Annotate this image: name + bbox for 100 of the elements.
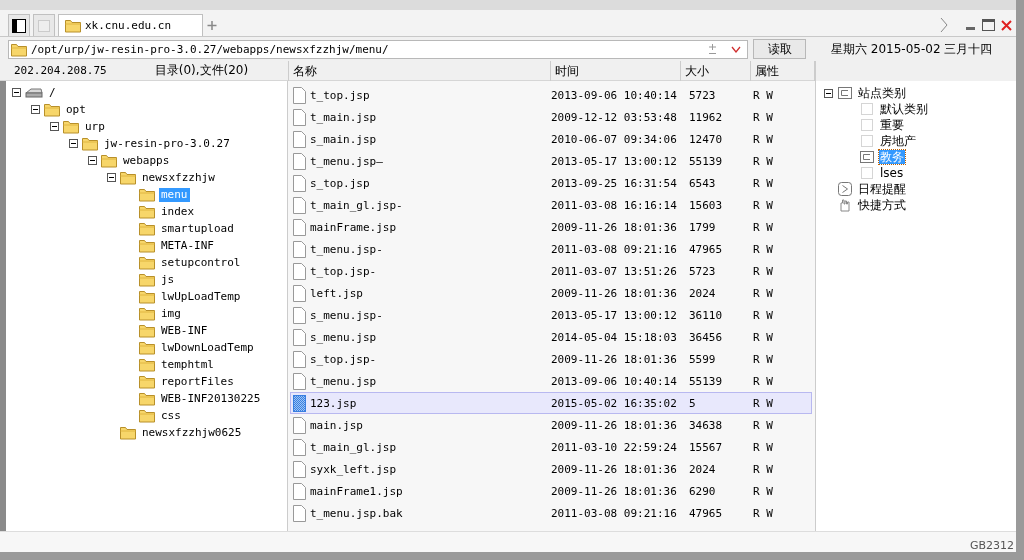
sidebar-item[interactable]: 站点类别 — [857, 86, 907, 100]
file-row[interactable]: t_main.jsp 2009-12-12 03:53:48 11962 R W — [290, 106, 812, 128]
file-row[interactable]: s_main.jsp 2010-06-07 09:34:06 12470 R W — [290, 128, 812, 150]
file-row[interactable]: left.jsp 2009-11-26 18:01:36 2024 R W — [290, 282, 812, 304]
folder-label[interactable]: setupcontrol — [159, 255, 243, 270]
folder-label[interactable]: temphtml — [159, 357, 216, 372]
folder-label[interactable]: webapps — [121, 153, 172, 168]
table-cell-text: R W — [753, 308, 774, 322]
folder-label[interactable]: newsxfzzhjw0625 — [140, 425, 244, 440]
file-icon — [293, 350, 306, 368]
maximize-icon[interactable] — [982, 19, 995, 31]
table-cell-text: 2013-09-06 10:40:14 — [551, 374, 678, 388]
dropdown-caret-icon[interactable] — [731, 45, 741, 53]
chevron-right-icon[interactable] — [939, 17, 949, 33]
file-row[interactable]: t_menu.jsp 2013-09-06 10:40:14 55139 R W — [290, 370, 812, 392]
file-row[interactable]: t_menu.jsp.bak 2011-03-08 09:21:16 47965 R W — [290, 502, 812, 524]
file-row[interactable]: t_top.jsp- 2011-03-07 13:51:26 5723 R W — [290, 260, 812, 282]
collapse-toggle-icon[interactable] — [69, 139, 78, 148]
column-header[interactable]: 时间 — [551, 61, 681, 81]
file-row[interactable]: s_top.jsp- 2009-11-26 18:01:36 5599 R W — [290, 348, 812, 370]
folder-label[interactable]: lwDownLoadTemp — [159, 340, 256, 355]
folder-label[interactable]: jw-resin-pro-3.0.27 — [102, 136, 232, 151]
collapse-toggle-icon[interactable] — [12, 88, 21, 97]
close-icon[interactable] — [1001, 19, 1012, 31]
file-row[interactable]: 123.jsp 2015-05-02 16:35:02 5 R W — [290, 392, 812, 414]
folder-label[interactable]: opt — [64, 102, 88, 117]
file-row[interactable]: t_main_gl.jsp 2011-03-10 22:59:24 15567 R W — [290, 436, 812, 458]
read-button[interactable]: 读取 — [753, 39, 806, 59]
table-cell-text: 2009-11-26 18:01:36 — [551, 484, 678, 498]
plus-minus-icon[interactable] — [708, 43, 717, 55]
file-row[interactable]: mainFrame.jsp 2009-11-26 18:01:36 1799 R W — [290, 216, 812, 238]
column-header[interactable]: 大小 — [681, 61, 751, 81]
file-row[interactable]: syxk_left.jsp 2009-11-26 18:01:36 2024 R W — [290, 458, 812, 480]
table-cell-text: R W — [753, 88, 774, 102]
collapse-toggle-icon[interactable] — [824, 88, 833, 98]
table-cell-text: R W — [753, 352, 774, 366]
file-name: mainFrame.jsp — [310, 220, 397, 234]
table-cell-text: 2011-03-08 09:21:16 — [551, 242, 678, 256]
table-cell-text: 5 — [689, 396, 697, 410]
folder-label[interactable]: reportFiles — [159, 374, 236, 389]
panel-icon — [12, 18, 26, 33]
table-cell-text: 12470 — [689, 132, 724, 146]
table-cell-text: 2024 — [689, 462, 717, 476]
sidebar-item[interactable]: 快捷方式 — [857, 198, 907, 212]
table-cell-text: 36456 — [689, 330, 724, 344]
address-bar[interactable]: /opt/urp/jw-resin-pro-3.0.27/webapps/newsxfzzhjw/menu/ — [8, 39, 748, 59]
sidebar-item[interactable]: lses — [879, 166, 905, 180]
file-name: t_top.jsp- — [310, 264, 377, 278]
collapse-toggle-icon[interactable] — [50, 122, 59, 131]
folder-label[interactable]: urp — [83, 119, 107, 134]
dotted-square-icon — [860, 102, 874, 116]
file-name: mainFrame1.jsp — [310, 484, 403, 498]
collapse-toggle-icon[interactable] — [88, 156, 97, 165]
folder-label[interactable]: js — [159, 272, 177, 287]
folder-label[interactable]: / — [47, 85, 58, 100]
drive-icon — [25, 86, 43, 99]
file-row[interactable]: mainFrame1.jsp 2009-11-26 18:01:36 6290 R W — [290, 480, 812, 502]
address-field[interactable]: /opt/urp/jw-resin-pro-3.0.27/webapps/newsxfzzhjw/menu/ — [31, 42, 704, 56]
tab[interactable]: xk.cnu.edu.cn — [58, 14, 203, 36]
table-cell-text: 5599 — [689, 352, 717, 366]
file-row[interactable]: t_main_gl.jsp- 2011-03-08 16:16:14 15603 R W — [290, 194, 812, 216]
sidebar-item[interactable]: 重要 — [879, 118, 905, 132]
column-header[interactable]: 名称 — [288, 61, 551, 81]
table-cell-text: 2024 — [689, 286, 717, 300]
table-cell-text: 2010-06-07 09:34:06 — [551, 132, 678, 146]
table-cell-text: 5723 — [689, 88, 717, 102]
host-address: 202.204.208.75 — [14, 64, 107, 77]
file-row[interactable]: s_menu.jsp 2014-05-04 15:18:03 36456 R W — [290, 326, 812, 348]
folder-label[interactable]: WEB-INF20130225 — [159, 391, 263, 406]
file-row[interactable]: s_top.jsp 2013-09-25 16:31:54 6543 R W — [290, 172, 812, 194]
file-name: t_top.jsp — [310, 88, 370, 102]
file-icon — [293, 174, 306, 192]
folder-label[interactable]: newsxfzzhjw — [140, 170, 217, 185]
panel-toggle-button[interactable] — [8, 14, 30, 36]
file-name: s_top.jsp- — [310, 352, 377, 366]
sidebar-item[interactable]: 默认类别 — [879, 102, 929, 116]
folder-label[interactable]: img — [159, 306, 183, 321]
file-row[interactable]: t_menu.jsp- 2011-03-08 09:21:16 47965 R W — [290, 238, 812, 260]
folder-label[interactable]: index — [159, 204, 197, 219]
table-cell-text: R W — [753, 286, 774, 300]
file-row[interactable]: t_menu.jsp— 2013-05-17 13:00:12 55139 R W — [290, 150, 812, 172]
category-icon — [860, 150, 874, 164]
folder-icon — [44, 102, 60, 117]
sidebar-item[interactable]: 房地产 — [879, 134, 917, 148]
file-row[interactable]: main.jsp 2009-11-26 18:01:36 34638 R W — [290, 414, 812, 436]
table-cell-text: 47965 — [689, 242, 724, 256]
table-cell-text: 2013-09-25 16:31:54 — [551, 176, 678, 190]
file-row[interactable]: t_top.jsp 2013-09-06 10:40:14 5723 R W — [290, 84, 812, 106]
sidebar-item[interactable]: 日程提醒 — [857, 182, 907, 196]
collapse-toggle-icon[interactable] — [107, 173, 116, 182]
folder-label[interactable]: WEB-INF — [159, 323, 210, 338]
file-row[interactable]: s_menu.jsp- 2013-05-17 13:00:12 36110 R W — [290, 304, 812, 326]
folder-label[interactable]: css — [159, 408, 183, 423]
folder-label[interactable]: lwUpLoadTemp — [159, 289, 243, 304]
table-cell-text: R W — [753, 440, 774, 454]
file-name: syxk_left.jsp — [310, 462, 397, 476]
table-cell-text: 2015-05-02 16:35:02 — [551, 396, 678, 410]
collapse-toggle-icon[interactable] — [31, 105, 40, 114]
folder-label[interactable]: smartupload — [159, 221, 236, 236]
folder-label[interactable]: META-INF — [159, 238, 216, 253]
